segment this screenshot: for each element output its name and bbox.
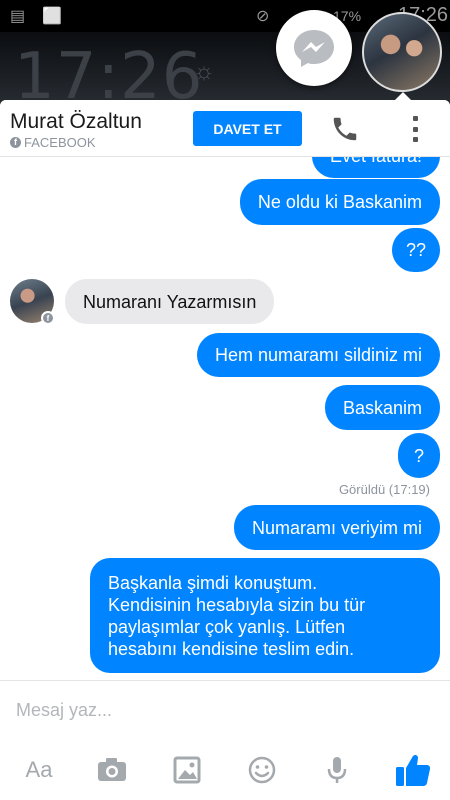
facebook-icon: f xyxy=(10,137,21,148)
messenger-icon xyxy=(294,30,334,67)
contact-chat-head[interactable] xyxy=(362,12,442,92)
emoji-icon[interactable] xyxy=(245,753,279,787)
message-bubble-outgoing: Evet fatura! xyxy=(311,157,440,178)
message-bubble-outgoing: Ne oldu ki Baskanim xyxy=(239,179,440,225)
invite-button[interactable]: DAVET ET xyxy=(193,111,302,146)
seen-receipt: Görüldü (17:19) xyxy=(338,482,430,497)
message-bubble-outgoing: Baskanim xyxy=(324,385,440,430)
composer: Aa xyxy=(0,680,450,800)
messenger-chat-head[interactable] xyxy=(276,10,352,86)
conversation-header: Murat Özaltun f FACEBOOK DAVET ET xyxy=(0,100,450,157)
foursquare-notification-icon: ⬜ xyxy=(42,8,62,25)
call-icon[interactable] xyxy=(330,114,360,144)
message-bubble-outgoing: Hem numaramı sildiniz mi xyxy=(196,333,440,377)
message-bubble-incoming: Numaranı Yazarmısın xyxy=(65,279,275,324)
mute-icon: ⊘ xyxy=(256,8,270,25)
messenger-window: Murat Özaltun f FACEBOOK DAVET ET Evet f… xyxy=(0,100,450,800)
microphone-icon[interactable] xyxy=(320,753,354,787)
gallery-notification-icon: ▤ xyxy=(10,8,26,25)
facebook-badge-icon: f xyxy=(41,311,55,325)
message-bubble-outgoing: ? xyxy=(397,433,440,478)
message-bubble-outgoing: Başkanla şimdi konuştum. Kendisinin hesa… xyxy=(90,558,440,673)
message-bubble-outgoing: ?? xyxy=(391,228,440,272)
message-thread[interactable]: Evet fatura! Ne oldu ki Baskanim ?? f Nu… xyxy=(0,157,450,680)
more-vertical-icon[interactable] xyxy=(404,114,426,144)
image-icon[interactable] xyxy=(170,753,204,787)
thumbs-up-icon[interactable] xyxy=(394,751,432,789)
weather-sun-icon: ☼ xyxy=(193,58,215,85)
message-input[interactable] xyxy=(0,681,450,739)
contact-source-label: FACEBOOK xyxy=(24,135,96,150)
camera-icon[interactable] xyxy=(95,753,129,787)
text-format-button[interactable]: Aa xyxy=(22,753,56,787)
contact-source: f FACEBOOK xyxy=(10,135,96,150)
message-bubble-outgoing: Numaramı veriyim mi xyxy=(233,505,440,550)
contact-name[interactable]: Murat Özaltun xyxy=(10,110,142,134)
